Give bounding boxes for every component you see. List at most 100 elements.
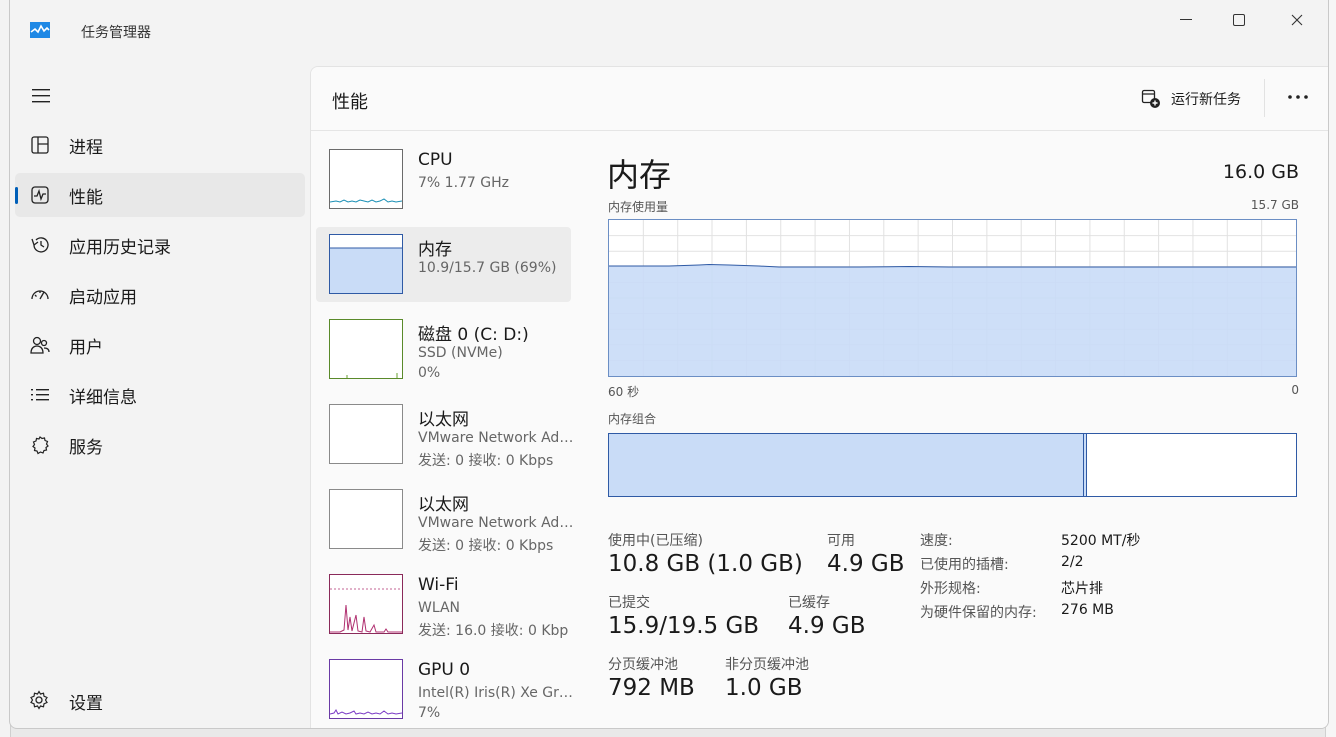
services-icon: [29, 435, 51, 455]
sidebar-nav: 进程 性能 应用历史记录 启动应用 用户 详细信息 服务: [15, 123, 305, 473]
minimize-button[interactable]: [1163, 8, 1209, 32]
maximize-button[interactable]: [1216, 8, 1262, 32]
resource-list: CPU 7% 1.77 GHz 内存 10.9/15.7 GB (69%) 磁盘…: [316, 142, 578, 728]
resource-detail: 7% 1.77 GHz: [418, 175, 510, 191]
resource-detail: VMware Network Adapter VMnet8: [418, 515, 578, 531]
resource-item-disk[interactable]: 磁盘 0 (C: D:) SSD (NVMe) 0%: [316, 312, 571, 387]
resource-item-memory[interactable]: 内存 10.9/15.7 GB (69%): [316, 227, 571, 302]
resource-detail: Intel(R) Iris(R) Xe Graphics: [418, 685, 578, 701]
memory-composition-bar: [608, 433, 1297, 497]
page-title: 性能: [332, 92, 368, 113]
more-options-button[interactable]: [1284, 85, 1312, 109]
resource-name: 以太网: [418, 410, 469, 430]
title-bar: 任务管理器: [10, 0, 1328, 64]
sidebar-item-label: 用户: [69, 337, 103, 358]
sidebar-item-services[interactable]: 服务: [15, 423, 305, 467]
window-title: 任务管理器: [81, 25, 151, 41]
memory-total: 16.0 GB: [1222, 161, 1299, 183]
sidebar-item-processes[interactable]: 进程: [15, 123, 305, 167]
resource-name: Wi-Fi: [418, 575, 459, 595]
in-use-value: 10.8 GB (1.0 GB): [608, 551, 803, 577]
run-new-task-button[interactable]: 运行新任务: [1141, 85, 1241, 113]
resource-item-ethernet-2[interactable]: 以太网 VMware Network Adapter VMnet8 发送: 0 …: [316, 482, 578, 557]
header-divider: [1264, 79, 1265, 117]
ethernet-thumbnail-graph: [329, 489, 403, 549]
resource-item-gpu[interactable]: GPU 0 Intel(R) Iris(R) Xe Graphics 7%: [316, 652, 578, 727]
cached-value: 4.9 GB: [788, 613, 866, 639]
memory-usage-chart: [608, 219, 1297, 377]
ethernet-thumbnail-graph: [329, 404, 403, 464]
spec-speed-value: 5200 MT/秒: [1061, 533, 1141, 549]
resource-detail-2: 发送: 0 接收: 0 Kbps: [418, 453, 554, 469]
performance-panel: 性能 运行新任务 CPU 7% 1.77 GHz 内存 10.9/15.7 GB…: [310, 66, 1328, 728]
sidebar-item-label: 进程: [69, 137, 103, 158]
paged-pool-label: 分页缓冲池: [608, 657, 678, 673]
resource-item-ethernet-1[interactable]: 以太网 VMware Network Adapter VMnet1 发送: 0 …: [316, 397, 578, 472]
memory-usage-label: 内存使用量: [608, 200, 669, 214]
nonpaged-pool-value: 1.0 GB: [725, 675, 803, 701]
committed-label: 已提交: [608, 595, 650, 611]
composition-in-use-segment: [609, 434, 1083, 496]
detail-title: 内存: [607, 156, 672, 194]
sidebar-item-label: 详细信息: [69, 387, 137, 408]
spec-hardware-reserved-value: 276 MB: [1061, 602, 1114, 618]
composition-divider: [1086, 434, 1087, 496]
details-icon: [29, 385, 51, 405]
sidebar-item-performance[interactable]: 性能: [15, 173, 305, 217]
hamburger-icon: [32, 89, 50, 103]
app-history-icon: [29, 235, 51, 255]
resource-detail-2: 发送: 0 接收: 0 Kbps: [418, 538, 554, 554]
sidebar-item-details[interactable]: 详细信息: [15, 373, 305, 417]
resource-item-cpu[interactable]: CPU 7% 1.77 GHz: [316, 142, 571, 217]
memory-composition-label: 内存组合: [608, 412, 657, 426]
sidebar-item-users[interactable]: 用户: [15, 323, 305, 367]
available-label: 可用: [827, 533, 855, 549]
disk-thumbnail-graph: [329, 319, 403, 379]
resource-detail: SSD (NVMe): [418, 345, 503, 361]
resource-detail: WLAN: [418, 600, 461, 616]
gear-icon: [29, 690, 49, 714]
resource-name: GPU 0: [418, 660, 471, 680]
menu-toggle-button[interactable]: [30, 86, 52, 106]
nonpaged-pool-label: 非分页缓冲池: [725, 657, 809, 673]
task-manager-app-icon: [30, 22, 50, 38]
resource-detail-2: 7%: [418, 705, 441, 721]
cached-label: 已缓存: [788, 595, 830, 611]
committed-value: 15.9/19.5 GB: [608, 613, 760, 639]
wifi-thumbnail-graph: [329, 574, 403, 634]
sidebar-item-startup-apps[interactable]: 启动应用: [15, 273, 305, 317]
sidebar-item-label: 应用历史记录: [69, 237, 171, 258]
resource-name: 内存: [418, 240, 452, 260]
active-indicator: [15, 187, 18, 204]
spec-hardware-reserved-key: 为硬件保留的内存:: [920, 605, 1037, 621]
close-button[interactable]: [1274, 8, 1320, 32]
startup-apps-icon: [29, 285, 51, 305]
spec-slots-value: 2/2: [1061, 554, 1084, 570]
performance-icon: [29, 185, 51, 205]
panel-header: 性能 运行新任务: [311, 67, 1328, 131]
gpu-thumbnail-graph: [329, 659, 403, 719]
spec-speed-key: 速度:: [920, 533, 953, 549]
users-icon: [29, 335, 51, 355]
sidebar-item-settings[interactable]: 设置: [15, 678, 305, 722]
spec-form-factor-key: 外形规格:: [920, 581, 981, 597]
resource-name: 以太网: [418, 495, 469, 515]
processes-icon: [29, 135, 51, 155]
sidebar-item-label: 性能: [69, 187, 103, 208]
resource-name: CPU: [418, 150, 453, 170]
spec-slots-key: 已使用的插槽:: [920, 557, 1009, 573]
memory-usage-max: 15.7 GB: [1250, 198, 1299, 212]
resource-name: 磁盘 0 (C: D:): [418, 325, 529, 345]
sidebar-item-app-history[interactable]: 应用历史记录: [15, 223, 305, 267]
resource-detail-2: 0%: [418, 365, 441, 381]
in-use-label: 使用中(已压缩): [608, 533, 703, 549]
resource-detail: 10.9/15.7 GB (69%): [418, 260, 557, 276]
settings-label: 设置: [69, 694, 103, 714]
sidebar-item-label: 服务: [69, 437, 103, 458]
chart-axis-right-label: 0: [1291, 383, 1299, 397]
resource-detail: VMware Network Adapter VMnet1: [418, 430, 578, 446]
memory-thumbnail-graph: [329, 234, 403, 294]
available-value: 4.9 GB: [827, 551, 905, 577]
task-manager-window: 任务管理器 进程 性能 应用历史记录 启动应用 用户 详细信息 服务 设置 性能…: [9, 0, 1329, 729]
resource-item-wifi[interactable]: Wi-Fi WLAN 发送: 16.0 接收: 0 Kbp: [316, 567, 571, 642]
